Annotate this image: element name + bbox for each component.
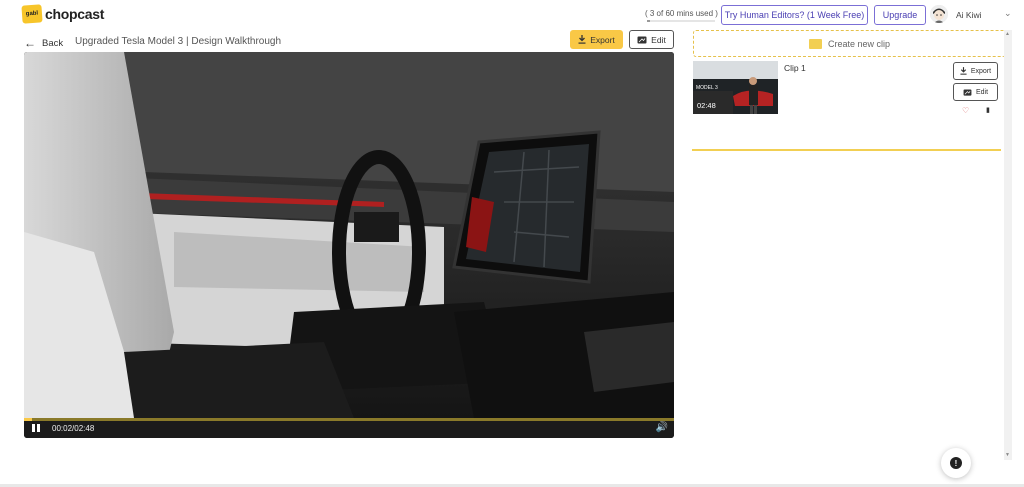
back-label: Back — [42, 37, 64, 49]
create-new-clip-button[interactable]: Create new clip — [693, 30, 1006, 57]
edit-label: Edit — [651, 34, 666, 45]
video-frame-image — [24, 52, 674, 418]
usage-progress-fill — [647, 20, 651, 22]
upgrade-button[interactable]: Upgrade — [874, 5, 926, 25]
clip-edit-label: Edit — [975, 88, 989, 96]
trash-icon[interactable]: ▮ — [986, 106, 990, 114]
clip-export-button[interactable]: Export — [953, 62, 998, 80]
seek-bar-fill — [24, 418, 33, 421]
back-button[interactable]: ← Back — [24, 36, 63, 50]
download-icon — [578, 35, 586, 44]
chevron-down-icon[interactable]: ⌄ — [1004, 8, 1012, 19]
volume-icon[interactable]: 🔊 — [656, 422, 668, 433]
pause-icon[interactable] — [32, 424, 42, 434]
edit-button[interactable]: Edit — [629, 30, 674, 49]
player-controls: 00:02/02:48 🔊 — [24, 418, 674, 438]
avatar[interactable] — [930, 5, 948, 23]
timecode: 00:02/02:48 — [52, 424, 95, 433]
logo-mark-icon: gabl — [21, 4, 43, 24]
user-name[interactable]: Ai Kiwi — [956, 10, 982, 20]
scroll-up-icon[interactable]: ▲ — [1005, 31, 1010, 37]
edit-clip-icon — [963, 88, 972, 96]
heart-icon[interactable]: ♡ — [962, 106, 969, 115]
download-icon — [960, 67, 967, 75]
clips-panel: Create new clip MODEL 3 02:48 Clip 1 Exp… — [690, 28, 1010, 460]
video-player[interactable]: 00:02/02:48 🔊 — [24, 52, 674, 438]
export-button[interactable]: Export — [570, 30, 623, 49]
clip-duration: 02:48 — [697, 101, 716, 110]
logo[interactable]: gabl chopcast — [21, 4, 105, 24]
clip-title: Clip 1 — [784, 63, 806, 73]
svg-text:MODEL 3: MODEL 3 — [696, 85, 718, 91]
clip-thumbnail[interactable]: MODEL 3 02:48 — [693, 61, 778, 114]
help-button[interactable]: ! — [941, 448, 971, 478]
usage-text: ( 3 of 60 mins used ) — [645, 9, 718, 18]
arrow-left-icon: ← — [24, 36, 36, 50]
logo-text: chopcast — [45, 6, 105, 22]
clip-card[interactable]: MODEL 3 02:48 Clip 1 Export Edit ♡ ▮ — [692, 61, 1001, 151]
edit-clip-icon — [637, 36, 647, 43]
clapperboard-icon — [808, 38, 822, 49]
scrollbar[interactable] — [1004, 30, 1012, 460]
create-clip-label: Create new clip — [827, 38, 891, 49]
avatar-face-icon — [930, 5, 948, 23]
export-label: Export — [590, 34, 615, 45]
usage-progress-bar — [647, 20, 715, 22]
seek-bar[interactable] — [24, 418, 674, 421]
video-title: Upgraded Tesla Model 3 | Design Walkthro… — [75, 36, 282, 47]
alert-icon: ! — [950, 457, 962, 469]
try-human-editors-button[interactable]: Try Human Editors? (1 Week Free) — [721, 5, 868, 25]
clip-export-label: Export — [970, 67, 992, 75]
top-bar: gabl chopcast ( 3 of 60 mins used ) Try … — [0, 0, 1024, 30]
clip-edit-button[interactable]: Edit — [953, 83, 998, 101]
scroll-down-icon[interactable]: ▼ — [1005, 452, 1010, 458]
